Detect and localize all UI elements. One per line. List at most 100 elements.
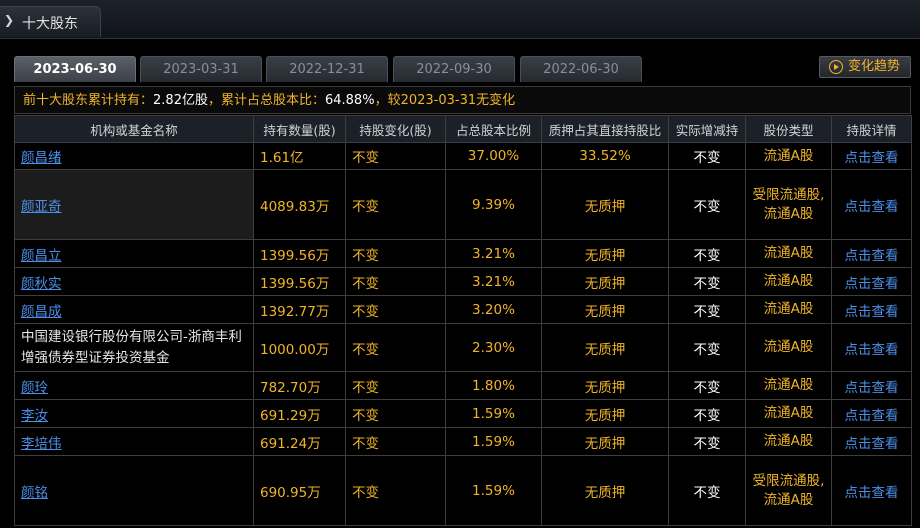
col-header-name: 机构或基金名称 xyxy=(14,115,254,143)
cell-pledge: 无质押 xyxy=(541,267,669,296)
cell-pledge: 无质押 xyxy=(541,239,669,268)
cell-actual: 不变 xyxy=(668,399,746,428)
section-title-tab: ❯ 十大股东 xyxy=(0,6,101,37)
col-header-pledge: 质押占其直接持股比 xyxy=(541,115,669,143)
cell-detail: 点击查看 xyxy=(831,295,912,324)
cell-actual: 不变 xyxy=(668,427,746,456)
cell-change: 不变 xyxy=(345,295,446,324)
cell-pledge: 无质押 xyxy=(541,427,669,456)
cell-pct: 9.39% xyxy=(445,169,542,240)
col-header-change: 持股变化(股) xyxy=(345,115,446,143)
trend-button-label: 变化趋势 xyxy=(848,59,901,74)
cell-qty: 1399.56万 xyxy=(253,239,346,268)
cell-pct: 1.59% xyxy=(445,399,542,428)
cell-type: 流通A股 xyxy=(745,371,832,400)
cell-pct: 1.80% xyxy=(445,371,542,400)
col-header-pct: 占总股本比例 xyxy=(445,115,542,143)
cell-detail: 点击查看 xyxy=(831,142,912,170)
detail-link[interactable]: 点击查看 xyxy=(845,304,899,320)
cell-name: 颜铭 xyxy=(14,455,254,526)
cell-change: 不变 xyxy=(345,142,446,170)
cell-type: 流通A股 xyxy=(745,399,832,428)
summary-bar: 前十大股东累计持有：2.82亿股，累计占总股本比：64.88%，较2023-03… xyxy=(14,86,911,114)
trend-button[interactable]: 变化趋势 xyxy=(819,56,911,78)
table-row: 颜铭 690.95万 不变 1.59% 无质押 不变 受限流通股,流通A股 点击查看 xyxy=(14,455,912,526)
detail-link[interactable]: 点击查看 xyxy=(845,485,899,501)
cell-qty: 4089.83万 xyxy=(253,169,346,240)
table-row: 颜昌成 1392.77万 不变 3.20% 无质押 不变 流通A股 点击查看 xyxy=(14,295,912,324)
shareholder-name-link[interactable]: 颜亚奇 xyxy=(21,199,62,215)
cell-type: 流通A股 xyxy=(745,427,832,456)
summary-suffix: ，较2023-03-31无变化 xyxy=(374,93,516,108)
cell-name: 颜亚奇 xyxy=(14,169,254,240)
cell-detail: 点击查看 xyxy=(831,267,912,296)
cell-pledge: 33.52% xyxy=(541,142,669,170)
tab-2022-12-31[interactable]: 2022-12-31 xyxy=(266,56,388,82)
shareholder-name-link[interactable]: 颜铭 xyxy=(21,485,48,501)
cell-qty: 1392.77万 xyxy=(253,295,346,324)
detail-link[interactable]: 点击查看 xyxy=(845,342,899,358)
tab-2023-06-30[interactable]: 2023-06-30 xyxy=(14,56,136,82)
col-header-actual: 实际增减持 xyxy=(668,115,746,143)
cell-change: 不变 xyxy=(345,399,446,428)
shareholder-name-link[interactable]: 李培伟 xyxy=(21,436,62,452)
tab-2023-03-31[interactable]: 2023-03-31 xyxy=(140,56,262,82)
cell-pct: 3.21% xyxy=(445,239,542,268)
cell-type: 受限流通股,流通A股 xyxy=(745,455,832,526)
tab-2022-06-30[interactable]: 2022-06-30 xyxy=(520,56,642,82)
table-row: 颜亚奇 4089.83万 不变 9.39% 无质押 不变 受限流通股,流通A股 点击查看 xyxy=(14,169,912,240)
cell-type: 流通A股 xyxy=(745,267,832,296)
cell-name: 中国建设银行股份有限公司-浙商丰利增强债券型证券投资基金 xyxy=(14,323,254,372)
cell-actual: 不变 xyxy=(668,371,746,400)
shareholder-name-link[interactable]: 颜昌绪 xyxy=(21,150,62,166)
shareholder-name-link[interactable]: 李汝 xyxy=(21,408,48,424)
cell-pct: 2.30% xyxy=(445,323,542,372)
table-row: 颜昌立 1399.56万 不变 3.21% 无质押 不变 流通A股 点击查看 xyxy=(14,239,912,268)
cell-name: 颜昌成 xyxy=(14,295,254,324)
cell-pledge: 无质押 xyxy=(541,295,669,324)
table-row: 李培伟 691.24万 不变 1.59% 无质押 不变 流通A股 点击查看 xyxy=(14,427,912,456)
table-row: 李汝 691.29万 不变 1.59% 无质押 不变 流通A股 点击查看 xyxy=(14,399,912,428)
cell-name: 李汝 xyxy=(14,399,254,428)
cell-change: 不变 xyxy=(345,371,446,400)
section-title: 十大股东 xyxy=(22,16,78,32)
cell-qty: 1.61亿 xyxy=(253,142,346,170)
section-header-bar: ❯ 十大股东 xyxy=(0,0,920,39)
cell-type: 受限流通股,流通A股 xyxy=(745,169,832,240)
cell-actual: 不变 xyxy=(668,142,746,170)
cell-pct: 1.59% xyxy=(445,427,542,456)
cell-type: 流通A股 xyxy=(745,323,832,372)
cell-type: 流通A股 xyxy=(745,295,832,324)
detail-link[interactable]: 点击查看 xyxy=(845,199,899,215)
cell-qty: 691.29万 xyxy=(253,399,346,428)
tab-2022-09-30[interactable]: 2022-09-30 xyxy=(393,56,515,82)
cell-detail: 点击查看 xyxy=(831,323,912,372)
col-header-type: 股份类型 xyxy=(745,115,832,143)
cell-name: 颜秋实 xyxy=(14,267,254,296)
shareholder-name-link[interactable]: 颜昌立 xyxy=(21,248,62,264)
detail-link[interactable]: 点击查看 xyxy=(845,436,899,452)
table-row: 中国建设银行股份有限公司-浙商丰利增强债券型证券投资基金 1000.00万 不变 2.… xyxy=(14,323,912,372)
cell-name: 颜昌立 xyxy=(14,239,254,268)
cell-name: 颜昌绪 xyxy=(14,142,254,170)
detail-link[interactable]: 点击查看 xyxy=(845,408,899,424)
col-header-qty: 持有数量(股) xyxy=(253,115,346,143)
detail-link[interactable]: 点击查看 xyxy=(845,380,899,396)
cell-change: 不变 xyxy=(345,427,446,456)
cell-pledge: 无质押 xyxy=(541,371,669,400)
shareholder-name-link[interactable]: 颜玲 xyxy=(21,380,48,396)
cell-type: 流通A股 xyxy=(745,239,832,268)
detail-link[interactable]: 点击查看 xyxy=(845,150,899,166)
detail-link[interactable]: 点击查看 xyxy=(845,276,899,292)
summary-mid: ，累计占总股本比： xyxy=(207,93,325,108)
shareholder-name-link[interactable]: 颜昌成 xyxy=(21,304,62,320)
cell-actual: 不变 xyxy=(668,267,746,296)
summary-ratio: 64.88% xyxy=(324,93,375,108)
shareholder-name-link[interactable]: 颜秋实 xyxy=(21,276,62,292)
cell-pledge: 无质押 xyxy=(541,399,669,428)
detail-link[interactable]: 点击查看 xyxy=(845,248,899,264)
cell-pct: 37.00% xyxy=(445,142,542,170)
cell-qty: 782.70万 xyxy=(253,371,346,400)
table-row: 颜昌绪 1.61亿 不变 37.00% 33.52% 不变 流通A股 点击查看 xyxy=(14,142,912,170)
cell-change: 不变 xyxy=(345,169,446,240)
